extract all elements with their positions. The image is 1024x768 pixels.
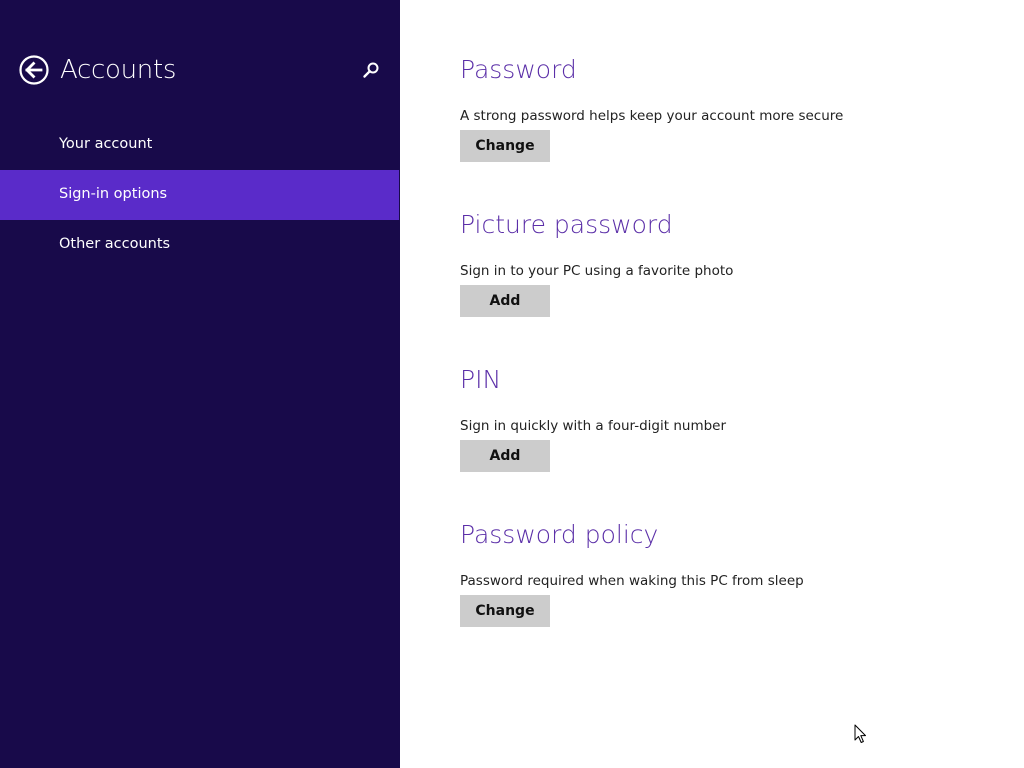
mouse-pointer-icon [854, 724, 866, 743]
add-pin-button[interactable]: Add [460, 440, 550, 472]
section-title: Password [460, 55, 577, 84]
page-title: Accounts [60, 55, 177, 85]
sidebar-item-sign-in-options[interactable]: Sign-in options [0, 170, 399, 220]
section-description: Sign in to your PC using a favorite phot… [460, 263, 734, 279]
picture-password-section: Picture password Sign in to your PC usin… [460, 205, 1000, 360]
sidebar-header: Accounts [0, 50, 400, 90]
sidebar-item-label: Sign-in options [59, 186, 168, 202]
sidebar: Accounts Your account Sign-in options Ot… [0, 0, 400, 768]
sidebar-item-label: Other accounts [59, 236, 171, 252]
sidebar-item-other-accounts[interactable]: Other accounts [0, 220, 399, 270]
back-arrow-circle-icon [19, 55, 49, 85]
main-content: Password A strong password helps keep yo… [460, 50, 1000, 670]
search-button[interactable] [360, 59, 382, 81]
settings-app: Accounts Your account Sign-in options Ot… [0, 0, 1024, 768]
section-title: Picture password [460, 210, 673, 239]
sidebar-item-your-account[interactable]: Your account [0, 120, 399, 170]
password-policy-section: Password policy Password required when w… [460, 515, 1000, 670]
password-section: Password A strong password helps keep yo… [460, 50, 1000, 205]
sidebar-nav: Your account Sign-in options Other accou… [0, 120, 400, 270]
sidebar-item-label: Your account [59, 136, 153, 152]
section-description: Sign in quickly with a four-digit number [460, 418, 727, 434]
section-description: A strong password helps keep your accoun… [460, 108, 844, 124]
change-password-button[interactable]: Change [460, 130, 550, 162]
section-description: Password required when waking this PC fr… [460, 573, 804, 589]
change-password-policy-button[interactable]: Change [460, 595, 550, 627]
section-title: Password policy [460, 520, 659, 549]
section-title: PIN [460, 365, 502, 394]
pin-section: PIN Sign in quickly with a four-digit nu… [460, 360, 1000, 515]
search-icon [363, 62, 379, 78]
back-button[interactable] [19, 55, 49, 85]
add-picture-password-button[interactable]: Add [460, 285, 550, 317]
